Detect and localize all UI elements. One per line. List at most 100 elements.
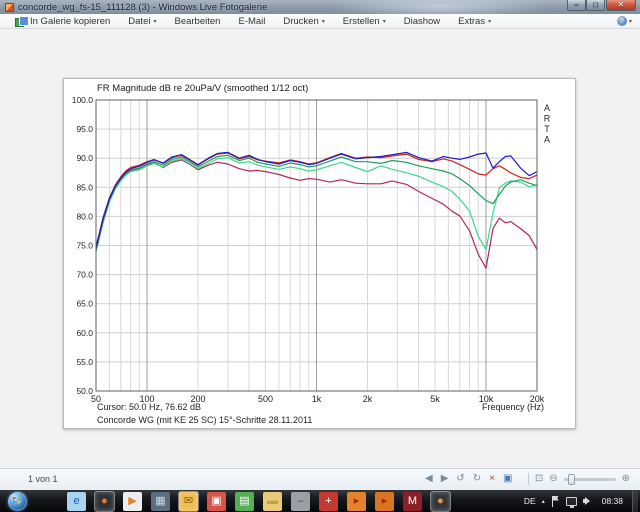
language-indicator[interactable]: DE bbox=[524, 496, 536, 506]
taskbar-word-m-glyph: M bbox=[408, 496, 417, 507]
help-menu[interactable]: ? ▾ bbox=[617, 16, 632, 26]
taskbar-firefox[interactable]: ● bbox=[95, 492, 114, 511]
menu-item-label: Extras bbox=[458, 16, 485, 27]
statusbar: 1 von 1 ◀ ▶ ↺ ↻ × ▣ ⊡ ⊖ ⊕ bbox=[0, 468, 640, 490]
taskbar-outlook[interactable]: ✉ bbox=[179, 492, 198, 511]
svg-text:60.0: 60.0 bbox=[76, 328, 93, 338]
network-icon[interactable] bbox=[566, 497, 577, 506]
tray-expand-icon[interactable]: ▴ bbox=[542, 498, 545, 505]
svg-text:T: T bbox=[544, 124, 550, 134]
svg-text:A: A bbox=[544, 135, 550, 145]
taskbar-folder[interactable]: ▬ bbox=[263, 492, 282, 511]
menu-item-label: Erstellen bbox=[343, 16, 380, 27]
svg-text:100.0: 100.0 bbox=[72, 95, 94, 105]
menu-item-label: Diashow bbox=[404, 16, 440, 27]
menubar: In Galerie kopieren Datei▾BearbeitenE-Ma… bbox=[0, 14, 640, 29]
taskbar-word-m[interactable]: M bbox=[403, 492, 422, 511]
svg-text:95.0: 95.0 bbox=[76, 124, 93, 134]
svg-text:85.0: 85.0 bbox=[76, 182, 93, 192]
menu-item-datei[interactable]: Datei▾ bbox=[119, 14, 165, 28]
taskbar-app-green-glyph: ▤ bbox=[239, 496, 249, 507]
svg-text:90.0: 90.0 bbox=[76, 153, 93, 163]
chevron-down-icon: ▾ bbox=[629, 18, 632, 25]
taskbar-app-red-grid[interactable]: + bbox=[319, 492, 338, 511]
help-icon: ? bbox=[617, 16, 627, 26]
minimize-button[interactable]: – bbox=[567, 0, 586, 11]
menu-copy-to-gallery[interactable]: In Galerie kopieren bbox=[6, 14, 119, 28]
svg-text:55.0: 55.0 bbox=[76, 357, 93, 367]
menu-item-extras[interactable]: Extras▾ bbox=[449, 14, 500, 28]
svg-text:75.0: 75.0 bbox=[76, 241, 93, 251]
photo-gallery-window: concorde_wg_fs-15_111128 (3) - Windows L… bbox=[0, 0, 640, 490]
chevron-down-icon: ▾ bbox=[383, 18, 386, 25]
taskbar: e ● ▶ ▦ ✉ ▣ ▤ ▬ – + ▸ ▸ M ● DE ▴ 08:38 bbox=[0, 490, 640, 512]
taskbar-app-red-glyph: ▣ bbox=[211, 496, 221, 507]
taskbar-app-red-grid-glyph: + bbox=[325, 496, 331, 507]
copy-to-gallery-icon bbox=[15, 16, 27, 27]
zoom-slider-handle[interactable] bbox=[568, 474, 575, 485]
chevron-down-icon: ▾ bbox=[488, 18, 491, 25]
actual-size-button[interactable]: ⊡ bbox=[535, 474, 543, 484]
menu-item-email[interactable]: E-Mail bbox=[229, 14, 274, 28]
rotate-left-button[interactable]: ↺ bbox=[456, 474, 464, 484]
zoom-in-button[interactable]: ⊕ bbox=[622, 474, 630, 484]
zoom-slider[interactable] bbox=[564, 478, 616, 481]
taskbar-app-orange-1[interactable]: ▸ bbox=[347, 492, 366, 511]
taskbar-app-orange-2-glyph: ▸ bbox=[382, 496, 388, 507]
photo-chart-image[interactable]: 100.095.090.085.080.075.070.065.060.055.… bbox=[63, 78, 576, 429]
slideshow-button[interactable]: ▣ bbox=[503, 474, 512, 484]
clock[interactable]: 08:38 bbox=[602, 496, 623, 506]
taskbar-media-player[interactable]: ▶ bbox=[123, 492, 142, 511]
next-button[interactable]: ▶ bbox=[441, 474, 449, 484]
maximize-button[interactable]: □ bbox=[586, 0, 605, 11]
taskbar-app-slate[interactable]: ▦ bbox=[151, 492, 170, 511]
taskbar-app-gray[interactable]: – bbox=[291, 492, 310, 511]
window-icon bbox=[5, 3, 14, 12]
chart-title: FR Magnitude dB re 20uPa/V (smoothed 1/1… bbox=[97, 83, 308, 94]
chevron-down-icon: ▾ bbox=[322, 18, 325, 25]
svg-text:500: 500 bbox=[258, 394, 273, 404]
svg-text:A: A bbox=[544, 103, 550, 113]
delete-button[interactable]: × bbox=[489, 474, 495, 484]
volume-icon[interactable] bbox=[583, 496, 593, 506]
taskbar-app-green[interactable]: ▤ bbox=[235, 492, 254, 511]
svg-text:5k: 5k bbox=[430, 394, 440, 404]
taskbar-photo-gallery[interactable]: ● bbox=[431, 492, 450, 511]
menu-item-erstellen[interactable]: Erstellen▾ bbox=[334, 14, 395, 28]
svg-text:2k: 2k bbox=[363, 394, 373, 404]
svg-text:65.0: 65.0 bbox=[76, 299, 93, 309]
item-count: 1 von 1 bbox=[28, 474, 58, 484]
taskbar-app-gray-glyph: – bbox=[297, 496, 303, 507]
system-tray: DE ▴ 08:38 bbox=[524, 490, 640, 512]
menu-item-label: E-Mail bbox=[238, 16, 265, 27]
taskbar-media-player-glyph: ▶ bbox=[128, 496, 136, 507]
taskbar-ie[interactable]: e bbox=[67, 492, 86, 511]
start-button[interactable] bbox=[8, 492, 27, 511]
taskbar-photo-gallery-glyph: ● bbox=[437, 496, 444, 507]
titlebar[interactable]: concorde_wg_fs-15_111128 (3) - Windows L… bbox=[0, 0, 640, 14]
menu-item-label: Bearbeiten bbox=[174, 16, 220, 27]
action-center-flag-icon[interactable] bbox=[551, 496, 560, 507]
taskbar-app-red[interactable]: ▣ bbox=[207, 492, 226, 511]
menu-item-drucken[interactable]: Drucken▾ bbox=[274, 14, 333, 28]
svg-text:80.0: 80.0 bbox=[76, 211, 93, 221]
menu-copy-label: In Galerie kopieren bbox=[30, 16, 110, 27]
caption-buttons: – □ ✕ bbox=[567, 0, 636, 11]
rotate-right-button[interactable]: ↻ bbox=[473, 474, 481, 484]
previous-button[interactable]: ◀ bbox=[425, 474, 433, 484]
close-button[interactable]: ✕ bbox=[606, 0, 636, 11]
taskbar-firefox-glyph: ● bbox=[101, 496, 108, 507]
menu-item-diashow[interactable]: Diashow bbox=[395, 14, 449, 28]
svg-text:R: R bbox=[544, 114, 551, 124]
taskbar-app-orange-2[interactable]: ▸ bbox=[375, 492, 394, 511]
menu-item-label: Datei bbox=[128, 16, 150, 27]
separator bbox=[528, 473, 529, 485]
measurement-caption: Concorde WG (mit KE 25 SC) 15°-Schritte … bbox=[97, 415, 312, 425]
menu-item-bearbeiten[interactable]: Bearbeiten bbox=[165, 14, 229, 28]
show-desktop-button[interactable] bbox=[632, 490, 638, 512]
taskbar-outlook-glyph: ✉ bbox=[184, 496, 193, 507]
desktop: concorde_wg_fs-15_111128 (3) - Windows L… bbox=[0, 0, 640, 512]
zoom-out-button[interactable]: ⊖ bbox=[549, 474, 557, 484]
zoom-controls: ⊡ ⊖ ⊕ bbox=[528, 471, 630, 487]
svg-text:1k: 1k bbox=[312, 394, 322, 404]
